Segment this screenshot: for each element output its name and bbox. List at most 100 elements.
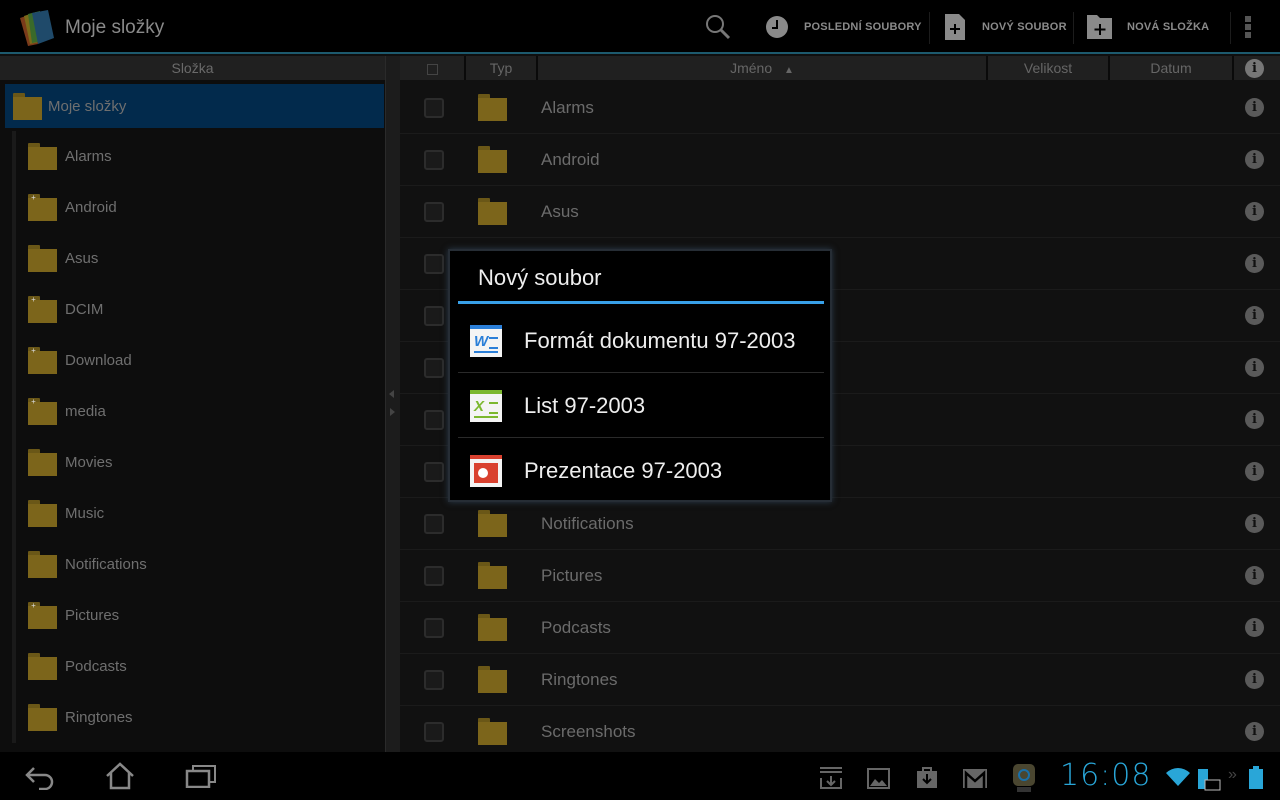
info-icon[interactable]: i bbox=[1245, 670, 1264, 689]
info-icon[interactable]: i bbox=[1245, 462, 1264, 481]
has-subfolders-icon: + bbox=[31, 601, 36, 610]
new-folder-button[interactable]: NOVÁ SLOŽKA bbox=[1087, 0, 1209, 54]
file-row[interactable]: Alarms i bbox=[400, 82, 1280, 134]
folder-tree-item[interactable]: Music bbox=[12, 488, 384, 539]
row-checkbox[interactable] bbox=[424, 306, 444, 326]
new-file-option[interactable]: Prezentace 97-2003 bbox=[458, 438, 824, 503]
file-name: Ringtones bbox=[541, 670, 618, 689]
row-checkbox[interactable] bbox=[424, 358, 444, 378]
column-date[interactable]: Datum bbox=[1110, 56, 1234, 80]
new-file-dialog: Nový soubor W Formát dokumentu 97-2003 X Li… bbox=[448, 249, 832, 502]
back-icon[interactable] bbox=[24, 764, 56, 790]
info-icon[interactable]: i bbox=[1245, 358, 1264, 377]
folder-icon: + bbox=[28, 347, 57, 374]
row-checkbox[interactable] bbox=[424, 462, 444, 482]
new-file-option[interactable]: W Formát dokumentu 97-2003 bbox=[458, 308, 824, 373]
file-row[interactable]: Podcasts i bbox=[400, 602, 1280, 654]
word-doc-icon: W bbox=[470, 324, 502, 357]
folder-icon bbox=[28, 551, 57, 578]
new-file-option[interactable]: X List 97-2003 bbox=[458, 373, 824, 438]
folder-tree-item[interactable]: Asus bbox=[12, 233, 384, 284]
folder-tree-item-label: Music bbox=[65, 505, 105, 522]
column-size[interactable]: Velikost bbox=[988, 56, 1110, 80]
download-notification-icon[interactable] bbox=[818, 766, 844, 792]
dialog-title-divider bbox=[458, 301, 824, 304]
folder-icon bbox=[478, 146, 507, 173]
info-icon[interactable]: i bbox=[1245, 618, 1264, 637]
info-icon[interactable]: i bbox=[1245, 150, 1264, 169]
row-checkbox[interactable] bbox=[424, 254, 444, 274]
file-name: Podcasts bbox=[541, 618, 611, 637]
has-subfolders-icon: + bbox=[31, 397, 36, 406]
recent-files-button[interactable]: POSLEDNÍ SOUBORY bbox=[765, 0, 922, 54]
new-file-label: NOVÝ SOUBOR bbox=[982, 21, 1067, 33]
app-title[interactable]: Moje složky bbox=[65, 17, 164, 39]
folder-icon: + bbox=[28, 296, 57, 323]
collapse-left-icon bbox=[389, 390, 394, 398]
info-icon[interactable]: i bbox=[1245, 514, 1264, 533]
gmail-icon[interactable] bbox=[963, 769, 987, 788]
row-checkbox[interactable] bbox=[424, 722, 444, 742]
has-subfolders-icon: + bbox=[31, 193, 36, 202]
column-type[interactable]: Typ bbox=[466, 56, 538, 80]
file-row[interactable]: Ringtones i bbox=[400, 654, 1280, 706]
folder-tree-item[interactable]: + Android bbox=[12, 182, 384, 233]
folder-tree-item[interactable]: + Pictures bbox=[12, 590, 384, 641]
folder-tree-item[interactable]: Alarms bbox=[12, 131, 384, 182]
file-row[interactable]: Pictures i bbox=[400, 550, 1280, 602]
folder-icon bbox=[28, 449, 57, 476]
info-icon[interactable]: i bbox=[1245, 98, 1264, 117]
gallery-notification-icon[interactable] bbox=[867, 768, 891, 790]
row-checkbox[interactable] bbox=[424, 98, 444, 118]
info-icon[interactable]: i bbox=[1245, 59, 1264, 78]
pane-splitter[interactable] bbox=[385, 56, 400, 752]
folder-tree-root[interactable]: Moje složky bbox=[5, 84, 384, 128]
folder-tree-item[interactable]: Movies bbox=[12, 437, 384, 488]
wifi-icon bbox=[1166, 768, 1190, 786]
column-name[interactable]: Jméno ▲ bbox=[538, 56, 988, 80]
keyboard-dock-battery-icon bbox=[1198, 769, 1221, 791]
row-checkbox[interactable] bbox=[424, 618, 444, 638]
clock[interactable]: 16:08 bbox=[1060, 758, 1151, 793]
folder-tree-item[interactable]: Podcasts bbox=[12, 641, 384, 692]
file-name: Android bbox=[541, 150, 600, 169]
overflow-menu-button[interactable] bbox=[1244, 0, 1252, 54]
folder-icon bbox=[478, 94, 507, 121]
new-folder-icon bbox=[1087, 15, 1112, 39]
row-checkbox[interactable] bbox=[424, 566, 444, 586]
has-subfolders-icon: + bbox=[31, 295, 36, 304]
info-icon[interactable]: i bbox=[1245, 722, 1264, 741]
row-checkbox[interactable] bbox=[424, 514, 444, 534]
file-row[interactable]: Notifications i bbox=[400, 498, 1280, 550]
folder-tree-item[interactable]: Notifications bbox=[12, 539, 384, 590]
info-icon[interactable]: i bbox=[1245, 254, 1264, 273]
folder-tree-item-label: Asus bbox=[65, 250, 99, 267]
folder-tree-item-label: Podcasts bbox=[65, 658, 127, 675]
file-row[interactable]: Asus i bbox=[400, 186, 1280, 238]
info-icon[interactable]: i bbox=[1245, 566, 1264, 585]
search-button[interactable] bbox=[704, 0, 732, 54]
folder-tree-item[interactable]: + media bbox=[12, 386, 384, 437]
new-file-button[interactable]: NOVÝ SOUBOR bbox=[945, 0, 1067, 54]
info-icon[interactable]: i bbox=[1245, 410, 1264, 429]
app-logo-icon[interactable] bbox=[14, 8, 58, 48]
info-icon[interactable]: i bbox=[1245, 306, 1264, 325]
home-icon[interactable] bbox=[105, 762, 135, 790]
folder-tree-item[interactable]: Ringtones bbox=[12, 692, 384, 743]
info-icon[interactable]: i bbox=[1245, 202, 1264, 221]
folder-tree: Složka Moje složky Alarms + Android Asus + DC… bbox=[0, 56, 385, 752]
folder-tree-item[interactable]: + Download bbox=[12, 335, 384, 386]
file-row[interactable]: Screenshots i bbox=[400, 706, 1280, 758]
folder-tree-item[interactable]: + DCIM bbox=[12, 284, 384, 335]
store-download-icon[interactable] bbox=[916, 765, 938, 789]
row-checkbox[interactable] bbox=[424, 202, 444, 222]
folder-icon bbox=[478, 510, 507, 537]
recent-apps-icon[interactable] bbox=[185, 764, 217, 788]
powerpoint-icon bbox=[470, 454, 502, 487]
usb-power-icon[interactable] bbox=[1012, 762, 1036, 794]
select-all-checkbox[interactable] bbox=[400, 56, 466, 80]
file-row[interactable]: Android i bbox=[400, 134, 1280, 186]
row-checkbox[interactable] bbox=[424, 150, 444, 170]
row-checkbox[interactable] bbox=[424, 410, 444, 430]
row-checkbox[interactable] bbox=[424, 670, 444, 690]
